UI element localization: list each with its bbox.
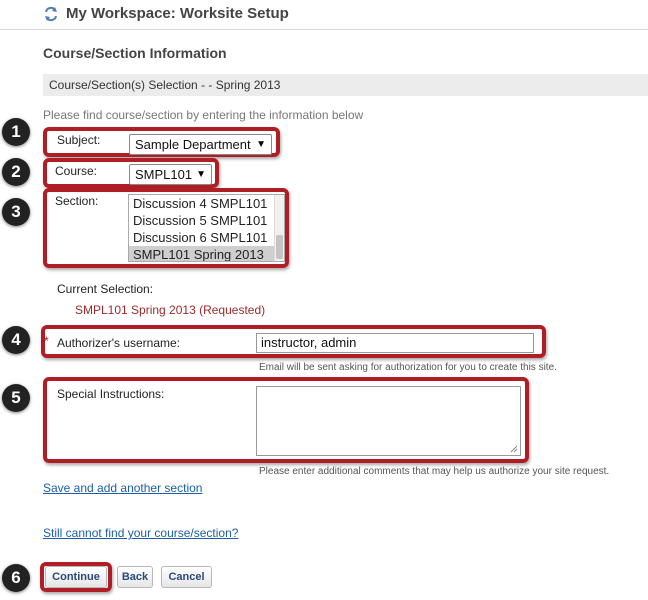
authorizer-input[interactable]: instructor, admin — [256, 333, 534, 353]
page-title: My Workspace: Worksite Setup — [66, 5, 289, 22]
special-instructions-help-text: Please enter additional comments that ma… — [259, 466, 610, 477]
step-badge-4: 4 — [2, 326, 30, 354]
authorizer-label: Authorizer's username: — [57, 336, 181, 350]
step-badge-1: 1 — [2, 118, 30, 146]
step-badge-6: 6 — [2, 564, 30, 592]
save-add-section-link[interactable]: Save and add another section — [43, 481, 202, 495]
current-selection-label: Current Selection: — [57, 282, 154, 296]
step-badge-5: 5 — [2, 384, 30, 412]
selection-bar-text: Course/Section(s) Selection - - Spring 2… — [49, 78, 281, 92]
course-select-value: SMPL101 — [135, 167, 193, 182]
subject-label: Subject: — [57, 133, 101, 147]
instruction-text: Please find course/section by entering t… — [43, 108, 364, 122]
continue-button[interactable]: Continue — [45, 566, 107, 588]
refresh-icon[interactable] — [43, 6, 59, 22]
course-label: Course: — [55, 164, 98, 178]
back-button[interactable]: Back — [117, 566, 153, 588]
step-badge-3: 3 — [2, 198, 30, 226]
section-heading: Course/Section Information — [43, 45, 227, 61]
section-listbox[interactable]: Discussion 4 SMPL101 Discussion 5 SMPL10… — [128, 194, 285, 262]
course-select[interactable]: SMPL101 ▼ — [129, 164, 212, 185]
dropdown-arrow-icon: ▼ — [256, 139, 266, 150]
section-label: Section: — [55, 194, 99, 208]
selection-bar: Course/Section(s) Selection - - Spring 2… — [43, 74, 648, 96]
section-option[interactable]: Discussion 5 SMPL101 — [129, 212, 274, 229]
step-badge-2: 2 — [2, 158, 30, 186]
authorizer-help-text: Email will be sent asking for authorizat… — [259, 362, 557, 373]
section-option[interactable]: Discussion 4 SMPL101 — [129, 195, 274, 212]
section-option-selected[interactable]: SMPL101 Spring 2013 — [129, 246, 274, 261]
subject-select[interactable]: Sample Department ▼ — [129, 134, 272, 155]
special-instructions-label: Special Instructions: — [57, 387, 165, 401]
dropdown-arrow-icon: ▼ — [196, 169, 206, 180]
listbox-scrollbar[interactable] — [274, 195, 284, 261]
required-marker: * — [44, 334, 49, 348]
cancel-button[interactable]: Cancel — [161, 566, 212, 588]
current-selection-value: SMPL101 Spring 2013 (Requested) — [75, 303, 266, 317]
resize-grip-icon[interactable] — [510, 445, 518, 453]
scrollbar-thumb[interactable] — [276, 235, 283, 259]
section-option[interactable]: Discussion 6 SMPL101 — [129, 229, 274, 246]
cannot-find-course-link[interactable]: Still cannot find your course/section? — [43, 526, 238, 540]
subject-select-value: Sample Department — [135, 137, 251, 152]
special-instructions-textarea[interactable] — [256, 386, 521, 456]
